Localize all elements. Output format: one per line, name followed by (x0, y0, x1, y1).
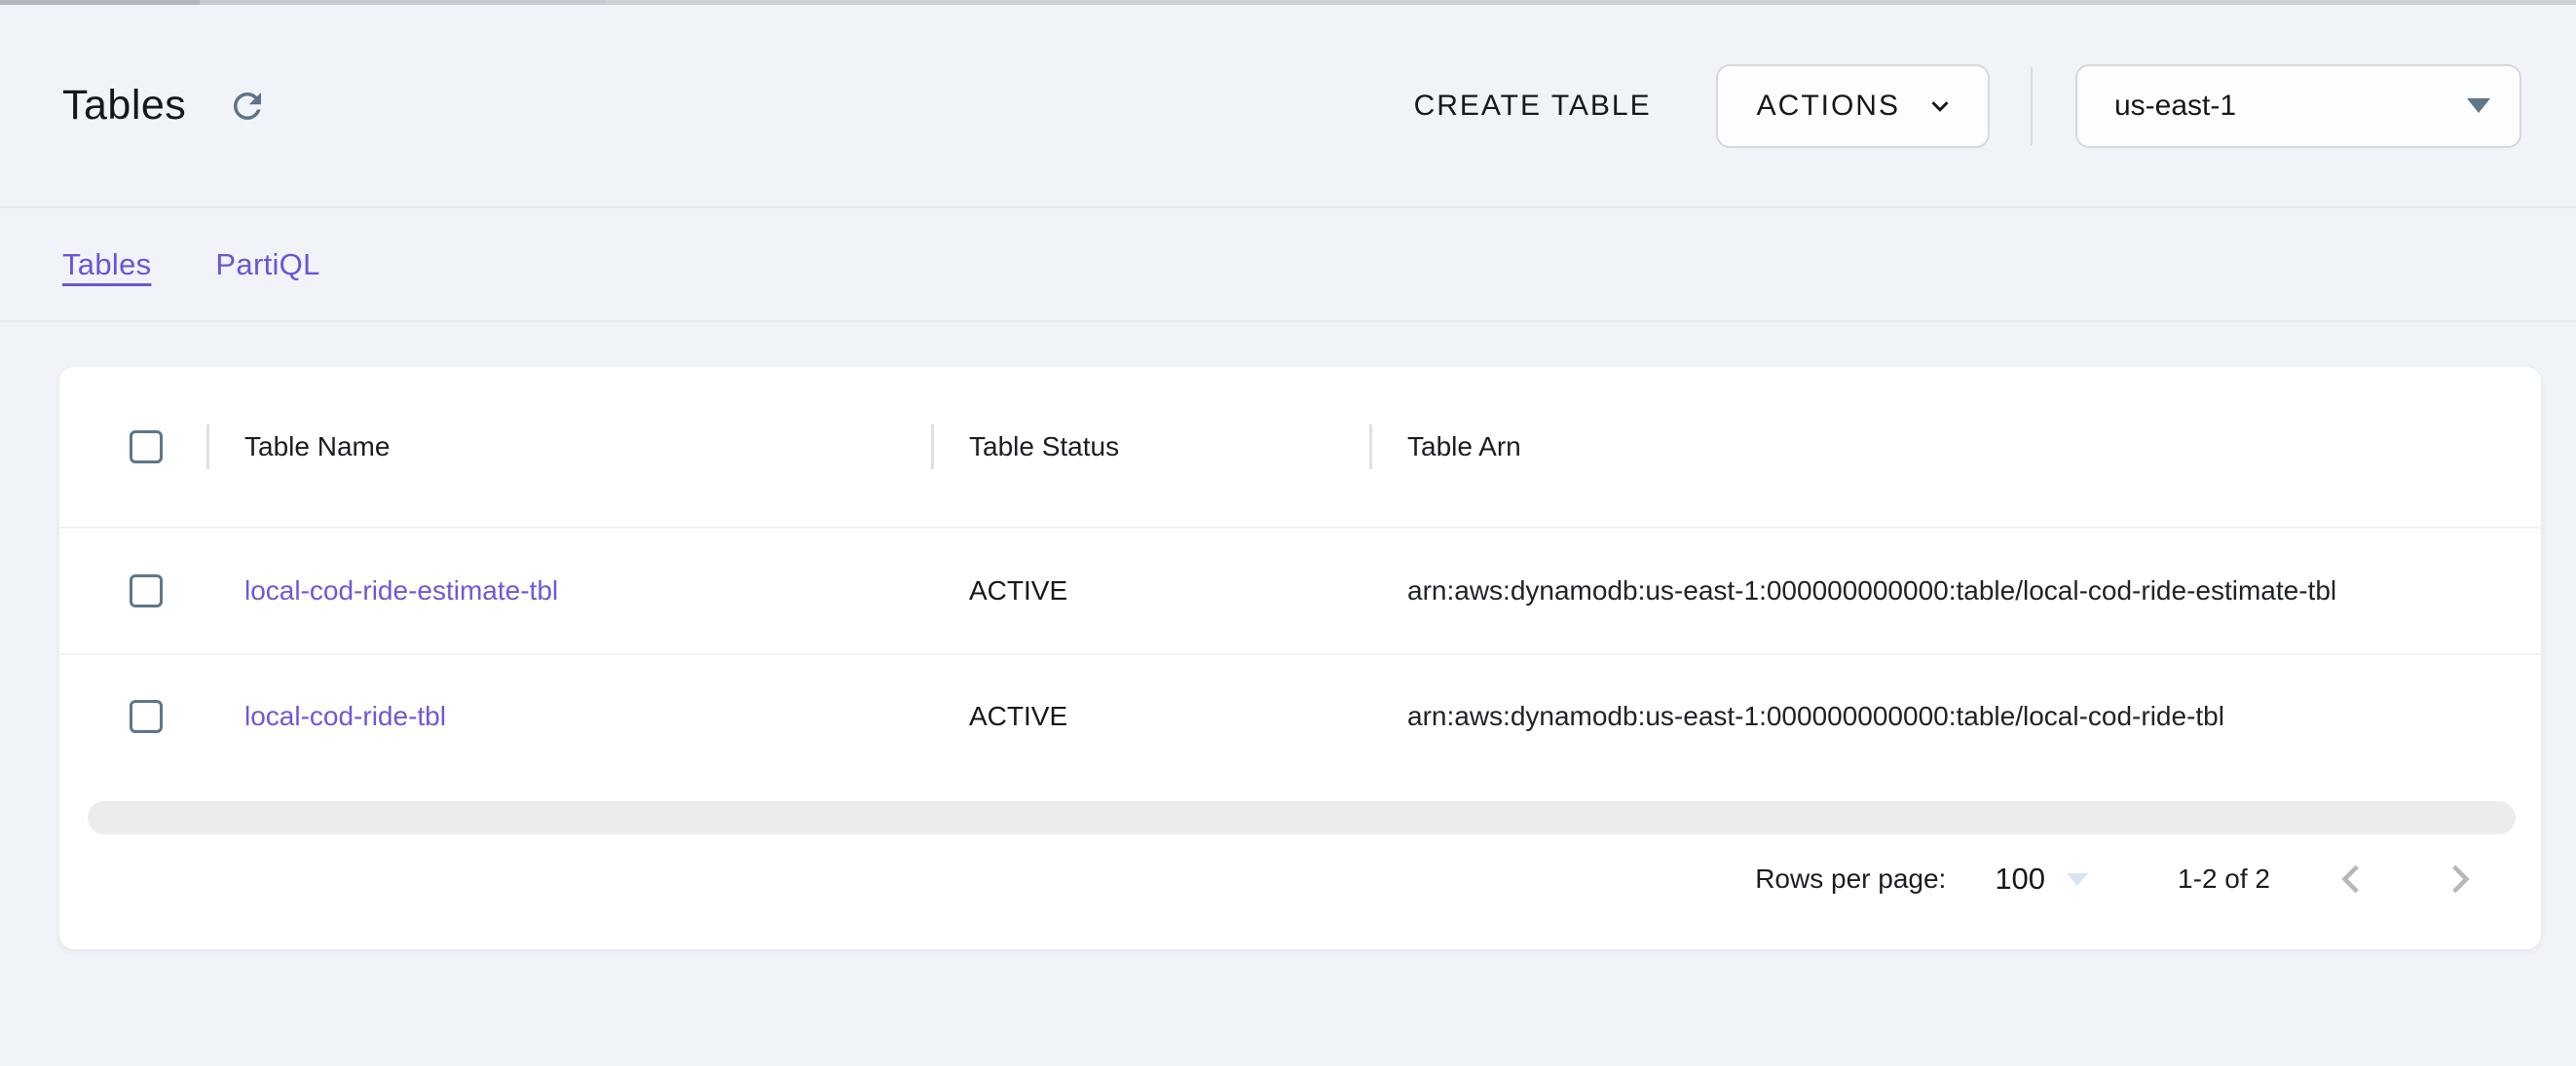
table-header-status-cell: Table Status (931, 424, 1369, 469)
pagination-range-label: 1-2 of 2 (2178, 864, 2270, 895)
table-name-link[interactable]: local-cod-ride-tbl (244, 701, 446, 732)
table-header-arn-cell: Table Arn (1369, 424, 2541, 469)
column-divider (1369, 424, 1372, 469)
column-divider (206, 424, 209, 469)
region-select-value: us-east-1 (2114, 90, 2236, 123)
column-header-table-status: Table Status (969, 431, 1119, 462)
column-header-table-name: Table Name (244, 431, 390, 462)
tables-card: Table Name Table Status Table Arn local-… (58, 366, 2542, 950)
table-row: local-cod-ride-tbl ACTIVE arn:aws:dynamo… (59, 653, 2541, 778)
table-status-value: ACTIVE (969, 701, 1067, 732)
column-divider (931, 424, 934, 469)
row-arn-cell: arn:aws:dynamodb:us-east-1:000000000000:… (1369, 575, 2541, 607)
page: Tables CREATE TABLE ACTIONS (0, 0, 2576, 1066)
title-group: Tables (62, 82, 272, 130)
horizontal-scrollbar (59, 801, 2541, 834)
header-actions: CREATE TABLE ACTIONS us-east-1 (1406, 64, 2521, 148)
column-header-table-arn: Table Arn (1407, 431, 1521, 462)
row-checkbox[interactable] (130, 700, 163, 733)
refresh-icon (227, 86, 268, 127)
tabs-bar: Tables PartiQL (0, 208, 2576, 322)
region-select[interactable]: us-east-1 (2075, 64, 2521, 148)
table-arn-value: arn:aws:dynamodb:us-east-1:000000000000:… (1407, 701, 2224, 732)
tab-partiql[interactable]: PartiQL (215, 247, 319, 282)
rows-per-page-value: 100 (1995, 862, 2045, 897)
row-checkbox-cell (59, 700, 206, 733)
row-checkbox[interactable] (130, 574, 163, 607)
row-arn-cell: arn:aws:dynamodb:us-east-1:000000000000:… (1369, 701, 2541, 732)
table-header-name-cell: Table Name (206, 424, 931, 469)
table-name-link[interactable]: local-cod-ride-estimate-tbl (244, 575, 558, 607)
create-table-button[interactable]: CREATE TABLE (1406, 74, 1660, 138)
chevron-left-icon (2336, 860, 2370, 899)
rows-per-page-select[interactable]: 100 (1995, 862, 2088, 897)
row-name-cell: local-cod-ride-tbl (206, 701, 931, 732)
table-header-checkbox-cell (59, 430, 206, 463)
table-header-row: Table Name Table Status Table Arn (59, 367, 2541, 529)
next-page-button[interactable] (2436, 854, 2481, 904)
chevron-down-icon (1925, 92, 1955, 121)
table-status-value: ACTIVE (969, 575, 1067, 607)
horizontal-scrollbar-thumb[interactable] (88, 801, 2516, 834)
pagination-bar: Rows per page: 100 1-2 of 2 (59, 834, 2541, 949)
dropdown-caret-icon (2067, 873, 2088, 886)
row-name-cell: local-cod-ride-estimate-tbl (206, 575, 931, 607)
chevron-right-icon (2442, 860, 2475, 899)
actions-button-label: ACTIONS (1757, 90, 1900, 123)
previous-page-button[interactable] (2331, 854, 2375, 904)
row-status-cell: ACTIVE (931, 701, 1369, 732)
dropdown-caret-icon (2467, 98, 2490, 113)
page-title: Tables (62, 82, 186, 129)
header-bar: Tables CREATE TABLE ACTIONS (0, 5, 2576, 208)
rows-per-page-label: Rows per page: (1755, 864, 1946, 895)
refresh-button[interactable] (223, 82, 272, 130)
table-arn-value: arn:aws:dynamodb:us-east-1:000000000000:… (1407, 575, 2336, 607)
actions-button[interactable]: ACTIONS (1716, 64, 1990, 148)
select-all-checkbox[interactable] (130, 430, 163, 463)
table-row: local-cod-ride-estimate-tbl ACTIVE arn:a… (59, 529, 2541, 653)
tab-tables[interactable]: Tables (62, 247, 151, 282)
row-status-cell: ACTIVE (931, 575, 1369, 607)
header-divider (2031, 67, 2033, 145)
row-checkbox-cell (59, 574, 206, 607)
